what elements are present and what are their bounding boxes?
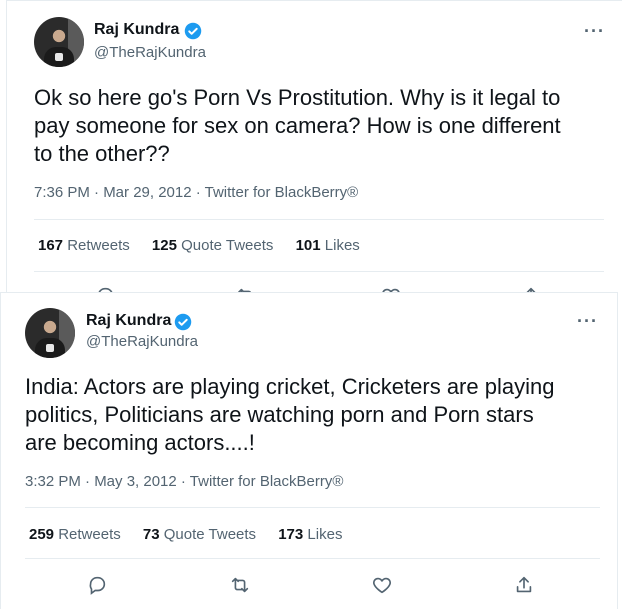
tweet-text: India: Actors are playing cricket, Crick… — [25, 373, 610, 457]
quote-tweets-stat[interactable]: 125 Quote Tweets — [152, 237, 273, 254]
divider — [34, 271, 604, 272]
quote-tweets-stat[interactable]: 73 Quote Tweets — [143, 526, 256, 543]
author-name[interactable]: Raj Kundra — [86, 312, 171, 330]
share-icon[interactable] — [513, 574, 535, 596]
author-handle[interactable]: @TheRajKundra — [86, 333, 198, 350]
tweet-text-line: are becoming actors....! — [25, 430, 255, 455]
avatar[interactable] — [34, 17, 84, 67]
retweets-stat[interactable]: 167 Retweets — [38, 237, 130, 254]
divider — [34, 219, 604, 220]
tweet-text: Ok so here go's Porn Vs Prostitution. Wh… — [34, 84, 614, 168]
more-options-icon[interactable]: ··· — [584, 21, 605, 42]
reply-icon[interactable] — [86, 574, 108, 596]
tweet-text-line: Ok so here go's Porn Vs Prostitution. Wh… — [34, 85, 561, 110]
tweet-text-line: to the other?? — [34, 141, 170, 166]
verified-badge-icon — [184, 22, 202, 40]
tweet-stats: 167 Retweets 125 Quote Tweets 101 Likes — [38, 237, 378, 254]
likes-stat[interactable]: 173 Likes — [278, 526, 342, 543]
tweet-card[interactable]: Raj Kundra @TheRajKundra ··· Ok so here … — [6, 0, 622, 306]
like-icon[interactable] — [371, 574, 393, 596]
tweet-stats: 259 Retweets 73 Quote Tweets 173 Likes — [29, 526, 360, 543]
author-handle[interactable]: @TheRajKundra — [94, 44, 206, 61]
tweet-text-line: India: Actors are playing cricket, Crick… — [25, 374, 555, 399]
author-name[interactable]: Raj Kundra — [94, 21, 179, 39]
avatar[interactable] — [25, 308, 75, 358]
likes-stat[interactable]: 101 Likes — [296, 237, 360, 254]
verified-badge-icon — [174, 313, 192, 331]
retweets-stat[interactable]: 259 Retweets — [29, 526, 121, 543]
tweet-card[interactable]: Raj Kundra @TheRajKundra ··· India: Acto… — [0, 293, 618, 609]
divider — [25, 558, 600, 559]
divider — [25, 507, 600, 508]
more-options-icon[interactable]: ··· — [577, 311, 598, 332]
retweet-icon[interactable] — [229, 574, 251, 596]
tweet-text-line: politics, Politicians are watching porn … — [25, 402, 534, 427]
tweet-text-line: pay someone for sex on camera? How is on… — [34, 113, 561, 138]
tweet-timestamp[interactable]: 7:36 PM · Mar 29, 2012 · Twitter for Bla… — [34, 184, 358, 201]
tweet-timestamp[interactable]: 3:32 PM · May 3, 2012 · Twitter for Blac… — [25, 473, 343, 490]
